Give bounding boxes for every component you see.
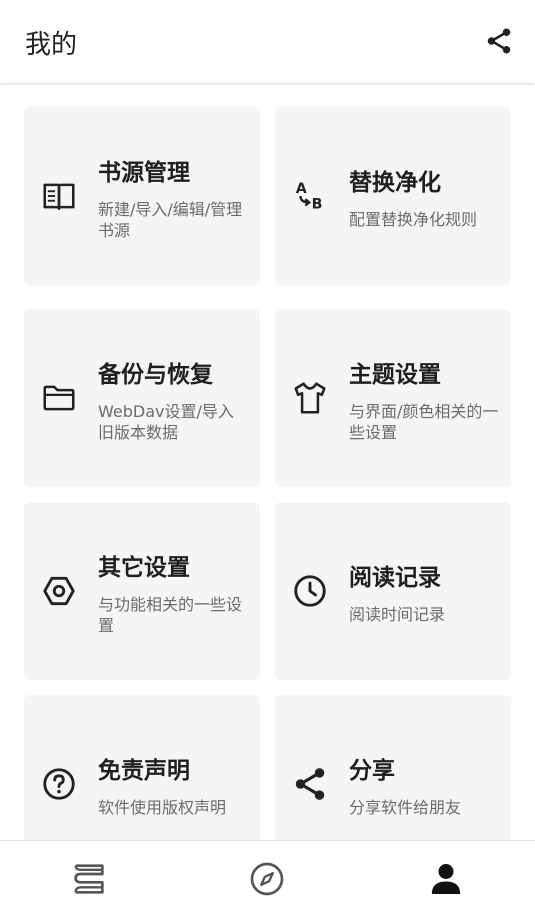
book-icon [40, 177, 78, 215]
replace-icon: A B [291, 177, 329, 215]
explore-icon[interactable] [247, 859, 287, 899]
page-title: 我的 [25, 30, 78, 60]
card-subtitle: 分享软件给朋友 [349, 798, 462, 817]
card-title: 其它设置 [98, 555, 190, 581]
card-subtitle: 配置替换净化规则 [349, 210, 478, 229]
folder-icon [40, 379, 78, 417]
card-subtitle: WebDav设置/导入旧版本数据 [98, 402, 234, 442]
help-icon [40, 765, 78, 803]
card-backup-restore[interactable]: 备份与恢复 WebDav设置/导入旧版本数据 [24, 309, 260, 487]
card-subtitle: 与界面/颜色相关的一些设置 [349, 402, 499, 442]
app-bar: 我的 [0, 0, 535, 83]
card-reading-history[interactable]: 阅读记录 阅读时间记录 [275, 502, 511, 680]
card-title: 阅读记录 [349, 565, 441, 591]
card-other-settings[interactable]: 其它设置 与功能相关的一些设置 [24, 502, 260, 680]
card-title: 分享 [349, 758, 395, 784]
card-share[interactable]: 分享 分享软件给朋友 [275, 695, 511, 840]
bookshelf-icon[interactable] [69, 859, 109, 899]
share-icon[interactable] [484, 26, 514, 56]
card-title: 主题设置 [349, 362, 441, 388]
clock-icon [291, 572, 329, 610]
shirt-icon [291, 379, 329, 417]
card-title: 书源管理 [98, 160, 190, 186]
bottom-navigation [0, 840, 535, 915]
nut-icon [40, 572, 78, 610]
svg-text:B: B [312, 197, 323, 213]
share-icon [291, 765, 329, 803]
person-icon[interactable] [426, 859, 466, 899]
card-replace-rules[interactable]: A B 替换净化 配置替换净化规则 [275, 107, 511, 285]
card-subtitle: 阅读时间记录 [349, 605, 446, 624]
card-subtitle: 与功能相关的一些设置 [98, 595, 243, 635]
card-theme-settings[interactable]: 主题设置 与界面/颜色相关的一些设置 [275, 309, 511, 487]
card-disclaimer[interactable]: 免责声明 软件使用版权声明 [24, 695, 260, 840]
svg-text:A: A [296, 181, 307, 197]
card-title: 替换净化 [349, 170, 441, 196]
card-title: 免责声明 [98, 758, 190, 784]
settings-grid: 书源管理 新建/导入/编辑/管理书源 A B 替换净化 配置替换净化规则 备份与… [0, 83, 535, 840]
card-subtitle: 软件使用版权声明 [98, 798, 227, 817]
card-book-source[interactable]: 书源管理 新建/导入/编辑/管理书源 [24, 107, 260, 285]
card-subtitle: 新建/导入/编辑/管理书源 [98, 200, 243, 240]
card-title: 备份与恢复 [98, 362, 213, 388]
